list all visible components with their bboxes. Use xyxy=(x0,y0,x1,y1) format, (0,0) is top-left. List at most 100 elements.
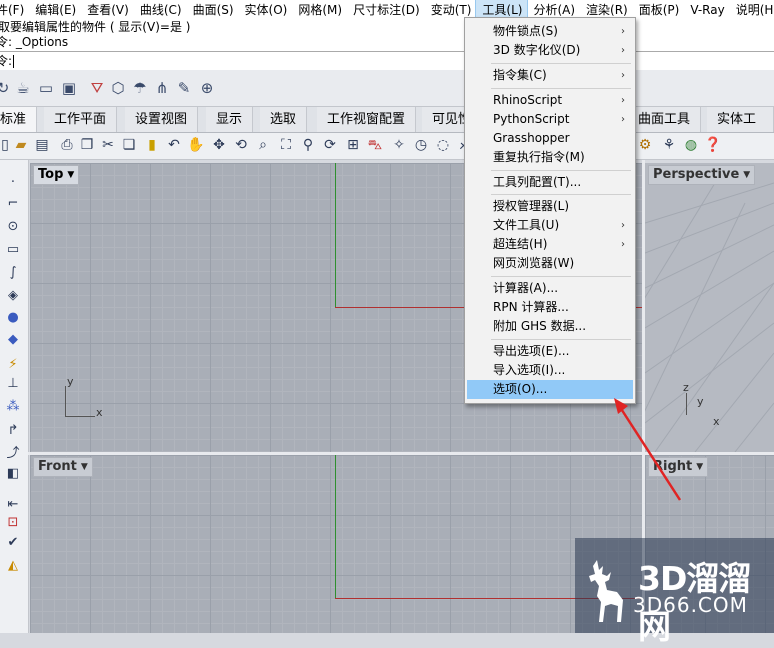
tab-select[interactable]: 选取 xyxy=(260,107,308,132)
pan-hand-icon[interactable]: ✋ xyxy=(187,136,205,155)
paste-icon[interactable]: ▮ xyxy=(143,136,161,155)
menu-item-rpn-calculator[interactable]: RPN 计算器... xyxy=(467,298,633,317)
viewport-perspective-title[interactable]: Perspective ▼ xyxy=(648,165,756,185)
menu-item-import-options[interactable]: 导入选项(I)... xyxy=(467,361,633,380)
fillet-icon[interactable]: ↱ xyxy=(3,422,23,440)
mirror-icon[interactable]: ◧ xyxy=(3,465,23,483)
globe-icon[interactable]: ◍ xyxy=(682,136,700,155)
filter-icon[interactable]: ⚘ xyxy=(660,136,678,155)
menu-vray[interactable]: V-Ray xyxy=(684,0,729,20)
polyline-icon[interactable]: ⌐ xyxy=(3,195,23,213)
mesh-icon[interactable]: ◆ xyxy=(3,331,23,349)
move-icon[interactable]: ✥ xyxy=(210,136,228,155)
clock-icon[interactable]: ◷ xyxy=(412,136,430,155)
menu-item-rhinoscript[interactable]: RhinoScript › xyxy=(467,91,633,110)
menu-panels[interactable]: 面板(P) xyxy=(633,0,685,20)
copy2-icon[interactable]: ❏ xyxy=(120,136,138,155)
menu-item-export-options[interactable]: 导出选项(E)... xyxy=(467,342,633,361)
surface-icon[interactable]: ◈ xyxy=(3,287,23,305)
light-icon[interactable]: ✧ xyxy=(390,136,408,155)
menu-view[interactable]: 查看(V) xyxy=(81,0,134,20)
window-icon[interactable]: ▭ xyxy=(37,79,55,97)
gear-icon[interactable]: ⚙ xyxy=(636,136,654,155)
menu-file[interactable]: 件(F) xyxy=(0,0,29,20)
submenu-arrow-icon: › xyxy=(621,114,625,125)
tools-dropdown-menu: 物件锁点(S) › 3D 数字化仪(D) › 指令集(C) › RhinoScript… xyxy=(464,17,636,404)
deer-icon xyxy=(589,560,623,622)
rotate-icon[interactable]: ⟲ xyxy=(232,136,250,155)
four-view-icon[interactable]: ⊞ xyxy=(344,136,362,155)
rotate-view-icon[interactable]: ↻ xyxy=(0,79,12,97)
menu-mesh[interactable]: 网格(M) xyxy=(292,0,347,20)
analyze-icon[interactable]: ⇤ xyxy=(3,496,23,514)
menu-surface[interactable]: 曲面(S) xyxy=(187,0,239,20)
command-history-line: 取要编辑属性的物件 ( 显示(V)=是 ) xyxy=(0,20,774,34)
check-icon[interactable]: ✔ xyxy=(3,534,23,552)
menu-item-3d-digitizer[interactable]: 3D 数字化仪(D) › xyxy=(467,41,633,60)
menu-item-toolbar-layout[interactable]: 工具列配置(T)... xyxy=(467,173,633,192)
box-icon[interactable]: ⬡ xyxy=(109,79,127,97)
save-icon[interactable]: ▤ xyxy=(33,136,51,155)
tab-solid-tools[interactable]: 实体工具 xyxy=(707,107,774,152)
menu-solid[interactable]: 实体(O) xyxy=(239,0,293,20)
menu-item-object-snap[interactable]: 物件锁点(S) › xyxy=(467,22,633,41)
zoom-window-icon[interactable]: ⌕ xyxy=(254,136,272,155)
tab-viewport-layout[interactable]: 工作视窗配置 xyxy=(317,107,417,132)
menu-item-web-browser[interactable]: 网页浏览器(W) xyxy=(467,254,633,273)
viewport-top-title[interactable]: Top ▼ xyxy=(33,165,80,185)
viewport-icon[interactable]: ▣ xyxy=(60,79,78,97)
paint-icon[interactable]: ◭ xyxy=(3,557,23,575)
menu-curve[interactable]: 曲线(C) xyxy=(134,0,187,20)
undo-icon[interactable]: ↶ xyxy=(165,136,183,155)
menu-edit[interactable]: 编辑(E) xyxy=(29,0,81,20)
curve-icon[interactable]: ∫ xyxy=(3,264,23,282)
teapot-icon[interactable]: ☕ xyxy=(14,79,32,97)
zoom-selected-icon[interactable]: ⚲ xyxy=(299,136,317,155)
zoom-extents-icon[interactable]: ⛶ xyxy=(277,136,295,155)
help-icon[interactable]: ❓ xyxy=(704,136,722,155)
circle-tool-icon[interactable]: ⊙ xyxy=(3,218,23,236)
menu-item-repeat-command[interactable]: 重复执行指令(M) xyxy=(467,148,633,167)
car-icon[interactable]: ⛍ xyxy=(366,136,384,155)
copy-icon[interactable]: ❐ xyxy=(78,136,96,155)
grass-icon[interactable]: ⋔ xyxy=(153,79,171,97)
target-icon[interactable]: ⊕ xyxy=(198,79,216,97)
dimension-icon[interactable]: ⊥ xyxy=(3,375,23,393)
menu-separator xyxy=(491,88,631,89)
text-caret xyxy=(13,55,15,68)
sphere-icon[interactable]: ● xyxy=(3,309,23,327)
circle-icon[interactable]: ◌ xyxy=(434,136,452,155)
brush-icon[interactable]: ✎ xyxy=(175,79,193,97)
print-icon[interactable]: ⎙ xyxy=(58,136,76,155)
menu-item-attach-ghs-data[interactable]: 附加 GHS 数据... xyxy=(467,317,633,336)
umbrella-icon[interactable]: ☂ xyxy=(131,79,149,97)
menu-item-hyperlink[interactable]: 超连结(H) › xyxy=(467,235,633,254)
tab-set-view[interactable]: 设置视图 xyxy=(125,107,199,132)
submenu-arrow-icon: › xyxy=(621,70,625,81)
menu-item-file-utilities[interactable]: 文件工具(U) › xyxy=(467,216,633,235)
rectangle-icon[interactable]: ▭ xyxy=(3,241,23,259)
tab-cplanes[interactable]: 工作平面 xyxy=(44,107,118,132)
zoom-all-icon[interactable]: ⟳ xyxy=(321,136,339,155)
tab-standard[interactable]: 标准 xyxy=(0,107,38,132)
gumball-icon[interactable]: ⊡ xyxy=(3,514,23,532)
viewport-front-title[interactable]: Front ▼ xyxy=(33,457,93,477)
menu-item-command-set[interactable]: 指令集(C) › xyxy=(467,66,633,85)
command-prompt-field[interactable]: 令: xyxy=(0,51,774,70)
menu-item-pythonscript[interactable]: PythonScript › xyxy=(467,110,633,129)
tab-display[interactable]: 显示 xyxy=(206,107,254,132)
render-icon[interactable]: ⛛ xyxy=(88,79,106,97)
menu-item-calculator[interactable]: 计算器(A)... xyxy=(467,279,633,298)
tab-surface-tools[interactable]: 曲面工具 xyxy=(628,107,702,132)
open-folder-icon[interactable]: ▰ xyxy=(12,136,30,155)
menu-help[interactable]: 说明(H) xyxy=(730,0,774,20)
menu-dimension[interactable]: 尺寸标注(D) xyxy=(347,0,425,20)
cut-icon[interactable]: ✂ xyxy=(99,136,117,155)
trim-icon[interactable]: ⤴ xyxy=(3,445,23,463)
array-icon[interactable]: ⁂ xyxy=(3,398,23,416)
point-icon[interactable]: · xyxy=(3,174,23,192)
menu-item-license-manager[interactable]: 授权管理器(L) xyxy=(467,197,633,216)
light-tool-icon[interactable]: ⚡ xyxy=(3,356,23,374)
menu-item-grasshopper[interactable]: Grasshopper xyxy=(467,129,633,148)
viewport-front[interactable]: Front ▼ xyxy=(30,455,642,633)
